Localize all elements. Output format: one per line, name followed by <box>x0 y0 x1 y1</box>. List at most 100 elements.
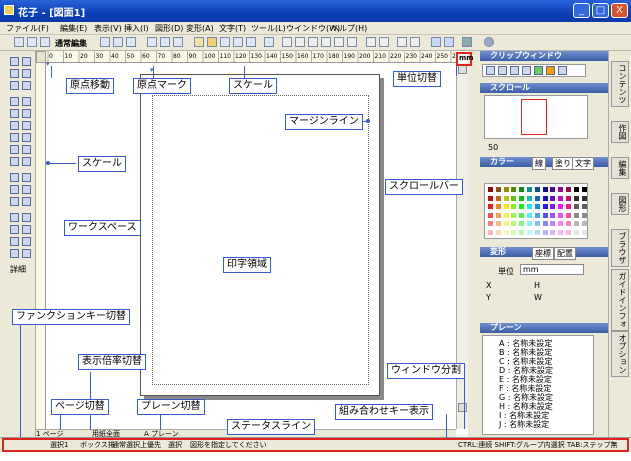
ellipse-tool-icon[interactable] <box>10 133 19 142</box>
color-swatch[interactable] <box>542 204 548 209</box>
color-swatch[interactable] <box>534 187 540 192</box>
menu-transform[interactable]: 変形(A) <box>186 23 214 34</box>
color-swatch[interactable] <box>542 221 548 226</box>
color-swatch[interactable] <box>511 187 517 192</box>
menu-tools[interactable]: ツール(L) <box>251 23 286 34</box>
color-swatch[interactable] <box>527 195 532 201</box>
text-tool-icon[interactable] <box>22 97 31 106</box>
clip-window-header[interactable]: クリップウィンドウ <box>480 51 608 61</box>
preview-icon[interactable] <box>246 37 256 47</box>
group-icon[interactable] <box>379 37 389 47</box>
mode-icon[interactable] <box>40 37 50 47</box>
select-tool-icon[interactable] <box>22 57 31 66</box>
color-swatch[interactable] <box>519 212 525 218</box>
save-icon[interactable] <box>220 37 230 47</box>
connector-tool-icon[interactable] <box>22 173 31 182</box>
dimension-tool-icon[interactable] <box>22 185 31 194</box>
color-swatch[interactable] <box>495 229 501 235</box>
color-swatch[interactable] <box>558 195 564 201</box>
unit-switch-button[interactable]: mm <box>456 52 474 66</box>
point-tool-icon[interactable] <box>22 69 31 78</box>
color-swatch[interactable] <box>566 195 571 201</box>
color-swatch[interactable] <box>511 221 517 226</box>
color-swatch[interactable] <box>566 212 571 218</box>
page-icon[interactable] <box>147 37 157 47</box>
color-swatch[interactable] <box>558 221 564 226</box>
layout-icon[interactable] <box>126 37 136 47</box>
color-swatch[interactable] <box>534 221 540 226</box>
layout-icon[interactable] <box>100 37 110 47</box>
zoom-tool-icon[interactable] <box>22 249 31 258</box>
color-swatch[interactable] <box>534 195 540 201</box>
color-swatch[interactable] <box>558 212 564 218</box>
color-swatch[interactable] <box>511 212 517 218</box>
print-icon[interactable] <box>233 37 243 47</box>
line-tool-icon[interactable] <box>10 109 19 118</box>
new-file-icon[interactable] <box>194 37 204 47</box>
color-swatch[interactable] <box>581 229 587 235</box>
shape-tool-icon[interactable] <box>22 225 31 234</box>
text-tool-icon[interactable] <box>10 97 19 106</box>
zoom-icon[interactable] <box>431 37 441 47</box>
color-swatch[interactable] <box>573 187 579 192</box>
clip-icon[interactable] <box>534 66 543 75</box>
close-button[interactable]: X <box>611 3 628 18</box>
color-swatch[interactable] <box>495 221 501 226</box>
color-swatch[interactable] <box>527 212 532 218</box>
color-swatch[interactable] <box>550 229 556 235</box>
color-swatch[interactable] <box>550 187 556 192</box>
color-swatch[interactable] <box>558 187 564 192</box>
minimize-button[interactable]: _ <box>573 3 590 18</box>
color-swatch[interactable] <box>558 229 564 235</box>
color-swatch[interactable] <box>503 221 509 226</box>
clip-icon[interactable] <box>498 66 507 75</box>
eyedropper-tool-icon[interactable] <box>10 237 19 246</box>
select-tool-icon[interactable] <box>10 57 19 66</box>
curve-tool-icon[interactable] <box>22 121 31 130</box>
color-tab-fill[interactable]: 塗り <box>552 157 574 170</box>
tool-icon[interactable] <box>282 37 292 47</box>
fill-tool-icon[interactable] <box>22 237 31 246</box>
align-icon[interactable] <box>410 37 420 47</box>
plane-item[interactable]: J : 名称未設定 <box>499 419 549 430</box>
color-swatch[interactable] <box>488 195 493 201</box>
layout-icon[interactable] <box>113 37 123 47</box>
color-swatch[interactable] <box>495 204 501 209</box>
unit-select[interactable]: mm <box>520 264 584 275</box>
transform-tab-coords[interactable]: 座標 <box>532 247 554 260</box>
color-swatch[interactable] <box>511 204 517 209</box>
clip-icon[interactable] <box>486 66 495 75</box>
pen-tool-icon[interactable] <box>22 109 31 118</box>
shape-tool-icon[interactable] <box>10 213 19 222</box>
clip-icon[interactable] <box>510 66 519 75</box>
rect-tool-icon[interactable] <box>10 121 19 130</box>
color-swatch[interactable] <box>566 221 571 226</box>
display-icon[interactable] <box>264 37 274 47</box>
menu-help[interactable]: ヘルプ(H) <box>331 23 367 34</box>
zoom-tool-icon[interactable] <box>10 249 19 258</box>
horizontal-ruler[interactable]: 0 10 20 30 40 50 60 70 80 90 100 110 120 130 140 150 160… <box>36 51 456 63</box>
rotate-tool-icon[interactable] <box>10 81 19 90</box>
side-tab-browser[interactable]: ブラウザ <box>611 229 629 267</box>
tool-icon[interactable] <box>321 37 331 47</box>
side-tab-options[interactable]: オプション <box>611 331 629 377</box>
menu-text[interactable]: 文字(T) <box>219 23 246 34</box>
menu-view[interactable]: 表示(V) <box>94 23 122 34</box>
color-swatch[interactable] <box>488 187 493 192</box>
color-swatch[interactable] <box>527 229 532 235</box>
color-swatch[interactable] <box>542 212 548 218</box>
menu-file[interactable]: ファイル(F) <box>6 23 49 34</box>
color-swatch[interactable] <box>527 204 532 209</box>
color-tab-line[interactable]: 線 <box>532 157 546 170</box>
color-swatch[interactable] <box>511 195 517 201</box>
scroll-down-icon[interactable] <box>458 403 467 412</box>
color-swatch[interactable] <box>527 221 532 226</box>
color-swatch[interactable] <box>566 229 571 235</box>
help-icon[interactable] <box>462 37 472 47</box>
tool-icon[interactable] <box>295 37 305 47</box>
color-swatch[interactable] <box>581 221 587 226</box>
color-swatch[interactable] <box>581 204 587 209</box>
scroll-panel-header[interactable]: スクロール <box>480 83 608 93</box>
arc-tool-icon[interactable] <box>22 133 31 142</box>
table-tool-icon[interactable] <box>10 173 19 182</box>
